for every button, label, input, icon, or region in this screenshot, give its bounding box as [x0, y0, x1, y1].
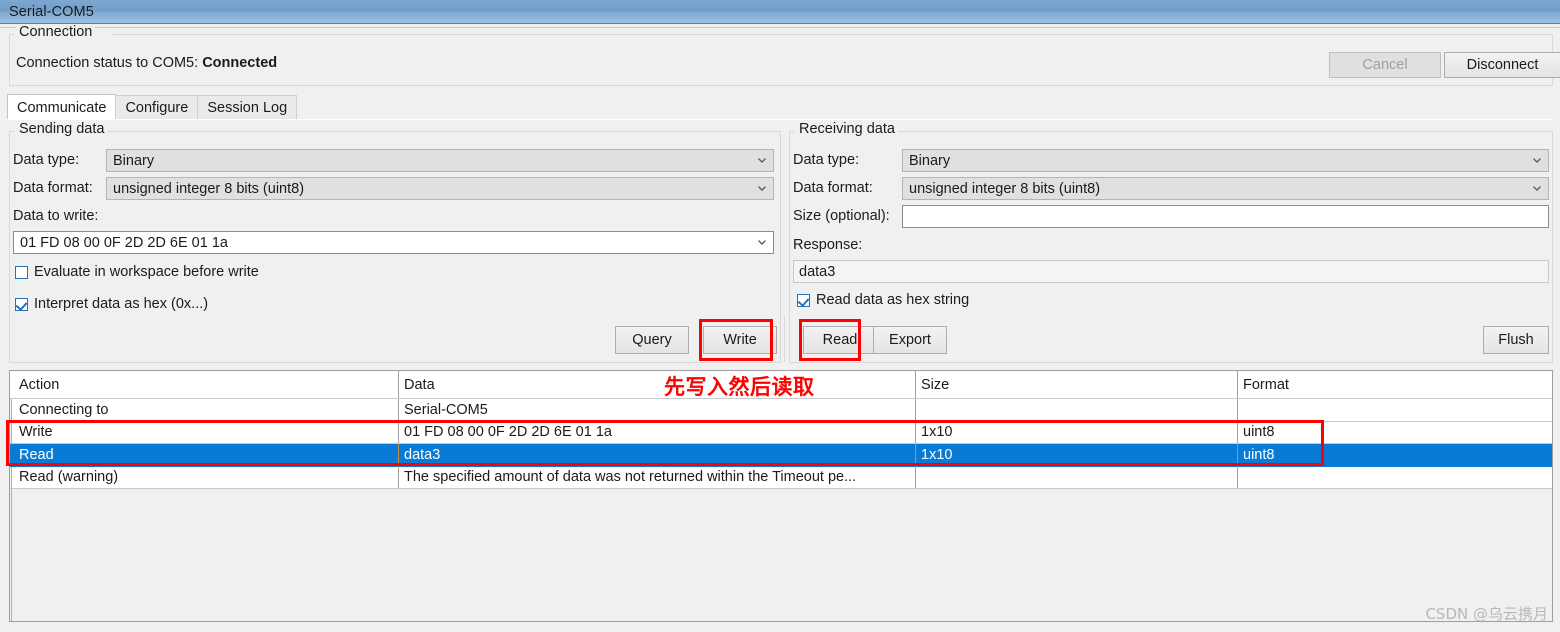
- panel-divider: [784, 316, 785, 362]
- disconnect-button[interactable]: Disconnect: [1444, 52, 1560, 78]
- checkbox-checked-icon: [15, 297, 28, 311]
- chevron-down-icon: [1532, 155, 1541, 164]
- cell-action: Write: [10, 421, 399, 443]
- checkbox-checked-icon: [797, 293, 810, 307]
- sending-data-type-combo[interactable]: Binary: [106, 149, 774, 172]
- data-to-write-value: 01 FD 08 00 0F 2D 2D 6E 01 1a: [20, 234, 228, 251]
- group-border-right: [111, 34, 1552, 35]
- receiving-data-type-combo[interactable]: Binary: [902, 149, 1549, 172]
- cell-data: data3: [399, 444, 916, 467]
- table-row[interactable]: Read (warning) The specified amount of d…: [10, 466, 1552, 489]
- tab-session-log[interactable]: Session Log: [197, 95, 298, 120]
- sending-data-type-value: Binary: [113, 152, 155, 169]
- data-to-write-input[interactable]: 01 FD 08 00 0F 2D 2D 6E 01 1a: [13, 231, 774, 254]
- cell-format: uint8: [1243, 447, 1275, 464]
- flush-button[interactable]: Flush: [1483, 326, 1549, 354]
- query-button[interactable]: Query: [615, 326, 689, 354]
- cell-format: [1238, 399, 1552, 421]
- tab-underline: [7, 119, 1553, 120]
- export-button[interactable]: Export: [873, 326, 947, 354]
- chevron-down-icon: [757, 237, 766, 246]
- table-row-selected[interactable]: Read data3 1x10 uint8: [10, 444, 1552, 467]
- group-border-left: [10, 34, 14, 35]
- write-button[interactable]: Write: [703, 326, 777, 354]
- connection-group: Connection Connection status to COM5: Co…: [9, 24, 1553, 86]
- chevron-down-icon: [1532, 183, 1541, 192]
- evaluate-in-workspace-label: Evaluate in workspace before write: [34, 264, 259, 280]
- receiving-data-type-label: Data type:: [793, 152, 860, 168]
- interpret-hex-checkbox[interactable]: Interpret data as hex (0x...): [15, 296, 208, 312]
- chevron-down-icon: [757, 183, 766, 192]
- cell-data: The specified amount of data was not ret…: [399, 466, 916, 488]
- sending-border-left: [10, 131, 14, 132]
- sending-data-legend: Sending data: [16, 121, 108, 137]
- cell-action: Read (warning): [10, 466, 399, 488]
- sending-data-type-label: Data type:: [13, 152, 80, 168]
- cell-size: 1x10: [916, 421, 1238, 443]
- response-field: data3: [793, 260, 1549, 283]
- table-row[interactable]: Write 01 FD 08 00 0F 2D 2D 6E 01 1a 1x10…: [10, 421, 1552, 444]
- sending-data-format-combo[interactable]: unsigned integer 8 bits (uint8): [106, 177, 774, 200]
- cell-size: [916, 399, 1238, 421]
- tab-configure[interactable]: Configure: [115, 95, 199, 120]
- receiving-data-format-label: Data format:: [793, 180, 873, 196]
- receiving-data-format-combo[interactable]: unsigned integer 8 bits (uint8): [902, 177, 1549, 200]
- tab-communicate[interactable]: Communicate: [7, 94, 117, 120]
- column-header-format[interactable]: Format: [1238, 371, 1552, 398]
- table-row[interactable]: Connecting to Serial-COM5: [10, 399, 1552, 422]
- annotation-text: 先写入然后读取: [664, 375, 815, 399]
- column-header-action[interactable]: Action: [10, 371, 399, 398]
- watermark: CSDN @乌云携月: [1425, 605, 1548, 623]
- cell-format: [1238, 467, 1552, 489]
- sending-border-right: [107, 131, 780, 132]
- cell-format: uint8: [1243, 424, 1275, 441]
- size-optional-label: Size (optional):: [793, 208, 890, 224]
- cell-data: 01 FD 08 00 0F 2D 2D 6E 01 1a: [399, 421, 916, 443]
- read-button[interactable]: Read: [803, 326, 877, 354]
- cell-action: Connecting to: [10, 399, 399, 421]
- connection-status: Connection status to COM5: Connected: [16, 55, 277, 71]
- read-data-as-hex-checkbox[interactable]: Read data as hex string: [797, 292, 969, 308]
- title-bar: Serial-COM5: [0, 0, 1560, 24]
- connection-status-value: Connected: [202, 55, 278, 71]
- cell-action: Read: [10, 444, 399, 467]
- response-value: data3: [799, 263, 836, 280]
- checkbox-box-icon: [15, 265, 28, 279]
- response-label: Response:: [793, 237, 863, 253]
- window-title: Serial-COM5: [9, 3, 94, 20]
- cell-size: 1x10: [916, 444, 1238, 467]
- title-underline: [0, 25, 1560, 28]
- receiving-data-legend: Receiving data: [796, 121, 898, 137]
- data-to-write-label: Data to write:: [13, 208, 99, 224]
- cell-data: Serial-COM5: [399, 399, 916, 421]
- application-window: Serial-COM5 Connection Connection status…: [0, 0, 1560, 632]
- read-data-as-hex-label: Read data as hex string: [816, 292, 970, 308]
- evaluate-in-workspace-checkbox[interactable]: Evaluate in workspace before write: [15, 264, 259, 280]
- sending-data-format-label: Data format:: [13, 180, 93, 196]
- cell-size: [916, 466, 1238, 488]
- interpret-hex-label: Interpret data as hex (0x...): [34, 296, 209, 312]
- chevron-down-icon: [757, 155, 766, 164]
- size-optional-input[interactable]: [902, 205, 1549, 228]
- receiving-data-type-value: Binary: [909, 152, 951, 169]
- receiving-border-left: [790, 131, 794, 132]
- receiving-border-right: [896, 131, 1552, 132]
- receiving-data-format-value: unsigned integer 8 bits (uint8): [909, 180, 1101, 197]
- connection-group-legend: Connection: [16, 24, 96, 40]
- tab-strip: Communicate Configure Session Log: [7, 94, 1553, 120]
- column-header-size[interactable]: Size: [916, 371, 1238, 398]
- table-empty-area: [10, 489, 1552, 621]
- connection-status-prefix: Connection status to COM5:: [16, 55, 199, 71]
- column-header-data[interactable]: Data: [399, 371, 916, 398]
- sending-data-format-value: unsigned integer 8 bits (uint8): [113, 180, 305, 197]
- log-table: Action Data Size Format Connecting to Se…: [9, 370, 1553, 622]
- cancel-button[interactable]: Cancel: [1329, 52, 1441, 78]
